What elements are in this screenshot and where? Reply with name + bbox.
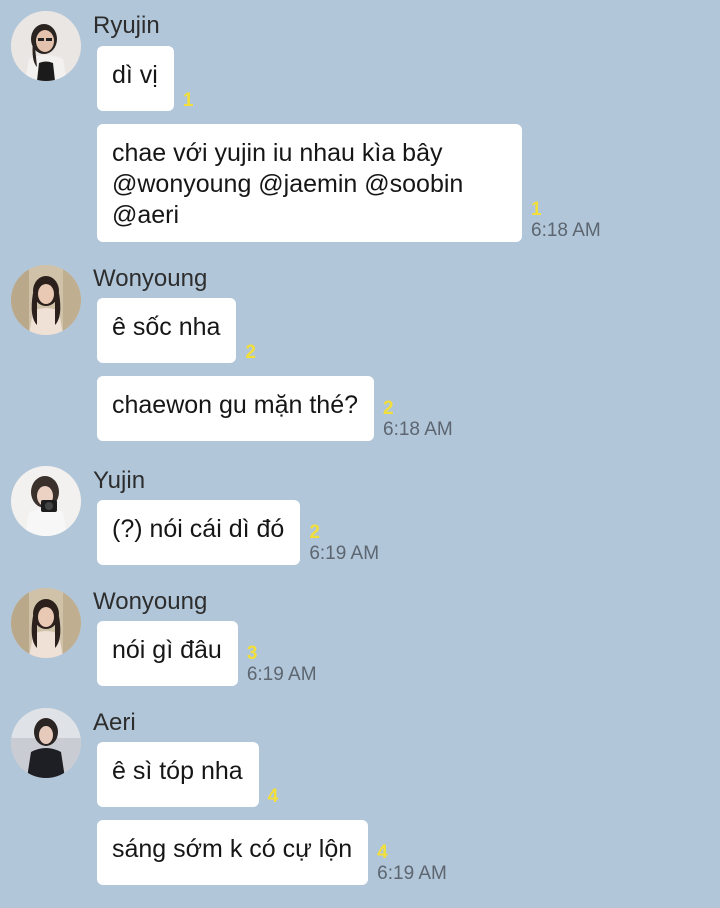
- avatar[interactable]: [11, 265, 81, 335]
- sender-name: Wonyoung: [93, 588, 208, 615]
- ryujin-avatar-icon: [11, 11, 81, 81]
- message-bubble[interactable]: nói gì đâu: [97, 621, 238, 686]
- avatar[interactable]: [11, 11, 81, 81]
- message-meta: 3 6:19 AM: [247, 644, 317, 686]
- avatar[interactable]: [11, 708, 81, 778]
- wonyoung-avatar-icon: [11, 265, 81, 335]
- chat-view[interactable]: Ryujin dì vị 1 chae với yujin iu nhau kì…: [0, 0, 720, 908]
- yujin-avatar-icon: [11, 466, 81, 536]
- message-row: chaewon gu mặn thé? 2 6:18 AM: [97, 376, 453, 441]
- message-row: dì vị 1: [97, 46, 193, 111]
- message-bubble[interactable]: chaewon gu mặn thé?: [97, 376, 375, 441]
- unread-count: 4: [377, 842, 388, 863]
- unread-count: 2: [245, 342, 256, 363]
- message-time: 6:19 AM: [246, 664, 317, 685]
- message-row: chae với yujin iu nhau kìa bây @wonyoung…: [97, 124, 601, 242]
- message-row: ê sì tóp nha 4: [97, 742, 278, 807]
- unread-count: 2: [309, 522, 320, 543]
- unread-count: 2: [383, 398, 394, 419]
- sender-name: Yujin: [93, 467, 146, 494]
- unread-count: 1: [531, 199, 542, 220]
- message-row: (?) nói cái dì đó 2 6:19 AM: [97, 500, 379, 565]
- message-bubble[interactable]: dì vị: [97, 46, 174, 111]
- unread-count: 4: [267, 786, 279, 807]
- sender-name: Aeri: [93, 709, 136, 736]
- message-meta: 2 6:19 AM: [309, 523, 379, 565]
- message-meta: 1 6:18 AM: [531, 200, 601, 242]
- message-meta: 4 6:19 AM: [377, 843, 447, 885]
- message-time: 6:18 AM: [383, 419, 453, 440]
- message-meta: 1: [183, 91, 194, 111]
- aeri-avatar-icon: [11, 708, 81, 778]
- message-bubble[interactable]: sáng sớm k có cự lộn: [97, 820, 369, 885]
- message-bubble[interactable]: ê sốc nha: [97, 298, 237, 363]
- message-bubble[interactable]: ê sì tóp nha: [97, 742, 259, 807]
- message-row: nói gì đâu 3 6:19 AM: [97, 621, 317, 686]
- sender-name: Ryujin: [93, 12, 160, 39]
- unread-count: 3: [246, 643, 258, 664]
- message-bubble[interactable]: chae với yujin iu nhau kìa bây @wonyoung…: [97, 124, 522, 242]
- unread-count: 1: [182, 90, 194, 111]
- message-row: ê sốc nha 2: [97, 298, 256, 363]
- message-time: 6:19 AM: [377, 863, 447, 884]
- avatar[interactable]: [11, 588, 81, 658]
- sender-name: Wonyoung: [93, 265, 208, 292]
- avatar[interactable]: [11, 466, 81, 536]
- message-bubble[interactable]: (?) nói cái dì đó: [97, 500, 301, 565]
- message-row: sáng sớm k có cự lộn 4 6:19 AM: [97, 820, 447, 885]
- message-time: 6:18 AM: [531, 220, 601, 241]
- wonyoung-avatar-icon: [11, 588, 81, 658]
- message-meta: 2 6:18 AM: [383, 399, 453, 441]
- message-time: 6:19 AM: [309, 543, 380, 564]
- message-meta: 4: [268, 787, 279, 807]
- message-meta: 2: [245, 343, 256, 363]
